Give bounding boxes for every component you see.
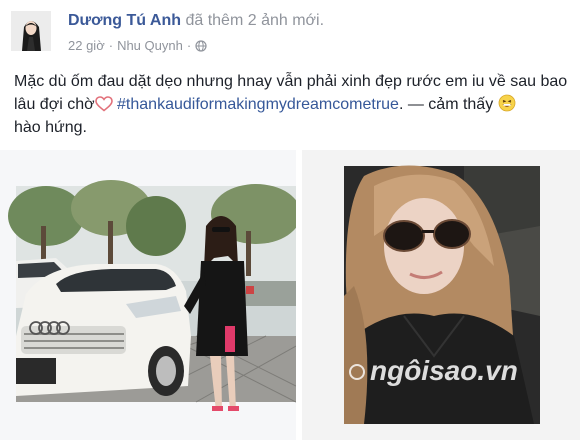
hashtag-link[interactable]: #thankaudiformakingmydreamcometrue [117,96,399,113]
watermark-text: ngôisao.vn [370,355,518,386]
globe-icon[interactable] [195,39,207,52]
post-header: Dương Tú Anh đã thêm 2 ảnh mới. [68,12,324,30]
photo-selfie[interactable]: ngôisao.vn [302,150,580,440]
author-avatar[interactable] [11,11,51,51]
post-location[interactable]: Nhu Quynh [117,38,183,53]
selfie-photo-image: ngôisao.vn [302,150,580,440]
post-time[interactable]: 22 giờ [68,38,105,53]
meta-separator-2: · [186,38,192,53]
excited-face-icon [498,94,516,112]
feeling-prefix: . — cảm thấy [398,96,494,113]
heart-icon [94,96,113,112]
car-photo-image [0,150,296,440]
post-action: đã thêm 2 ảnh mới. [185,12,325,29]
post-text: Mặc dù ốm đau dặt dẹo nhưng hnay vẫn phả… [14,70,570,139]
author-name[interactable]: Dương Tú Anh [68,12,181,29]
meta-separator: · [108,38,114,53]
feeling-text: hào hứng. [14,119,87,136]
watermark-logo: ngôisao.vn [349,355,518,386]
photo-car[interactable] [0,150,302,440]
post-meta: 22 giờ · Nhu Quynh · [68,38,207,53]
avatar-photo [11,11,51,51]
